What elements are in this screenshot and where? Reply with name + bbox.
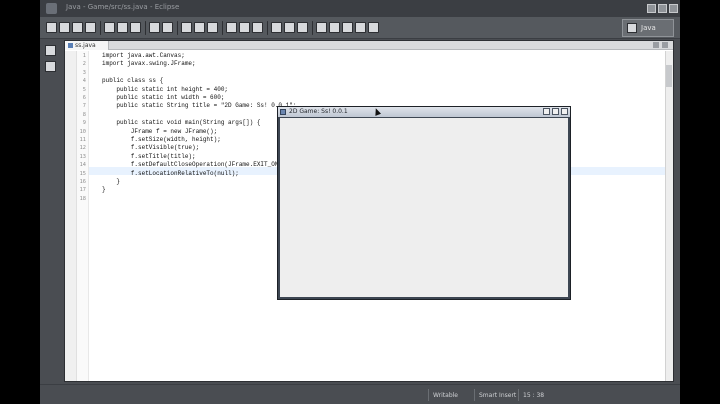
code-line[interactable]: import java.awt.Canvas; [102, 52, 185, 60]
code-line[interactable]: } [102, 186, 106, 194]
line-number: 10 [79, 128, 86, 135]
window-titlebar: Java - Game/src/ss.java - Eclipse [40, 0, 680, 17]
code-line[interactable]: f.setTitle(title); [102, 153, 196, 161]
java-cup-icon [280, 109, 286, 115]
left-trim-bar [40, 39, 62, 404]
toolbar-separator [100, 21, 101, 35]
code-line[interactable]: public static String title = "2D Game: S… [102, 102, 296, 110]
maximize-editor-icon[interactable] [662, 42, 668, 48]
line-number: 3 [82, 69, 86, 76]
status-position: 15 : 38 [518, 389, 548, 401]
code-line[interactable]: } [102, 178, 120, 186]
back-icon[interactable] [355, 22, 366, 33]
close-icon[interactable] [669, 4, 678, 13]
toolbar-separator [267, 21, 268, 35]
code-line[interactable]: public static void main(String args[]) { [102, 119, 260, 127]
tab-label: ss.java [75, 42, 96, 49]
jframe-title: 2D Game: Ss! 0.0.1 [289, 108, 348, 115]
tab-ss-java[interactable]: ss.java [65, 41, 109, 50]
jframe-maximize-icon[interactable] [552, 108, 559, 115]
java-file-icon [68, 43, 73, 48]
eclipse-app-icon [46, 3, 57, 14]
toolbar-separator [312, 21, 313, 35]
minimize-icon[interactable] [647, 4, 656, 13]
code-line[interactable]: f.setSize(width, height); [102, 136, 221, 144]
toggle-breadcrumb-icon[interactable] [284, 22, 295, 33]
refresh-icon[interactable] [130, 22, 141, 33]
save-all-icon[interactable] [72, 22, 83, 33]
vertical-scrollbar[interactable] [665, 51, 673, 381]
new-icon[interactable] [46, 22, 57, 33]
forward-icon[interactable] [368, 22, 379, 33]
code-line[interactable]: f.setVisible(true); [102, 144, 199, 152]
line-number: 11 [79, 137, 86, 143]
prev-annotation-icon[interactable] [329, 22, 340, 33]
toggle-mark-icon[interactable] [271, 22, 282, 33]
code-line[interactable]: public static int width = 600; [102, 94, 224, 102]
status-bar: Writable Smart Insert 15 : 38 [40, 384, 680, 404]
code-line[interactable]: f.setLocationRelativeTo(null); [102, 170, 239, 178]
status-writable: Writable [428, 389, 472, 401]
run-icon[interactable] [194, 22, 205, 33]
jframe-window[interactable]: 2D Game: Ss! 0.0.1 [277, 106, 571, 300]
build-icon[interactable] [104, 22, 115, 33]
line-number: 18 [79, 195, 86, 202]
maximize-icon[interactable] [658, 4, 667, 13]
code-line[interactable]: public class ss { [102, 77, 163, 85]
last-edit-icon[interactable] [342, 22, 353, 33]
external-tools-icon[interactable] [207, 22, 218, 33]
jframe-minimize-icon[interactable] [543, 108, 550, 115]
perspective-java-button[interactable]: Java [622, 19, 674, 37]
new-class-icon[interactable] [149, 22, 160, 33]
toolbar-separator [177, 21, 178, 35]
line-number: 2 [82, 61, 86, 68]
jframe-titlebar[interactable]: 2D Game: Ss! 0.0.1 [278, 107, 570, 117]
package-explorer-icon[interactable] [45, 61, 56, 72]
line-number: 16 [79, 179, 86, 185]
code-line[interactable]: JFrame f = new JFrame(); [102, 128, 217, 136]
jframe-content [280, 118, 568, 297]
console-icon[interactable] [117, 22, 128, 33]
main-toolbar: Java [40, 17, 680, 39]
window-title: Java - Game/src/ss.java - Eclipse [66, 3, 180, 11]
line-number: 4 [82, 78, 86, 85]
print-icon[interactable] [85, 22, 96, 33]
scrollbar-thumb[interactable] [666, 65, 672, 87]
line-number: 12 [79, 145, 86, 152]
save-icon[interactable] [59, 22, 70, 33]
code-line[interactable]: public static int height = 400; [102, 86, 228, 94]
line-number: 13 [79, 153, 86, 160]
line-number: 15 [79, 170, 86, 177]
line-number: 17 [79, 187, 86, 194]
line-number: 7 [82, 103, 86, 110]
block-selection-icon[interactable] [297, 22, 308, 33]
line-number: 1 [82, 53, 86, 59]
toolbar-separator [222, 21, 223, 35]
open-task-icon[interactable] [252, 22, 263, 33]
search-icon[interactable] [239, 22, 250, 33]
debug-icon[interactable] [181, 22, 192, 33]
line-number: 8 [82, 111, 86, 118]
restore-view-icon[interactable] [45, 45, 56, 56]
open-type-icon[interactable] [226, 22, 237, 33]
perspective-label: Java [641, 24, 656, 32]
toolbar-separator [145, 21, 146, 35]
editor-tabbar: ss.java [65, 41, 673, 50]
next-annotation-icon[interactable] [316, 22, 327, 33]
code-line[interactable]: import javax.swing.JFrame; [102, 60, 196, 68]
line-number: 5 [82, 86, 86, 93]
java-perspective-icon [627, 23, 637, 33]
line-number: 14 [79, 162, 86, 169]
line-number: 9 [82, 120, 86, 127]
new-package-icon[interactable] [162, 22, 173, 33]
line-number: 6 [82, 95, 86, 101]
jframe-close-icon[interactable] [561, 108, 568, 115]
minimize-editor-icon[interactable] [653, 42, 659, 48]
line-number-gutter: 1 2 3 4 5 6 7 8 9 10 11 12 13 14 15 16 17 18 [77, 51, 89, 381]
status-insert-mode: Smart Insert [474, 389, 516, 401]
